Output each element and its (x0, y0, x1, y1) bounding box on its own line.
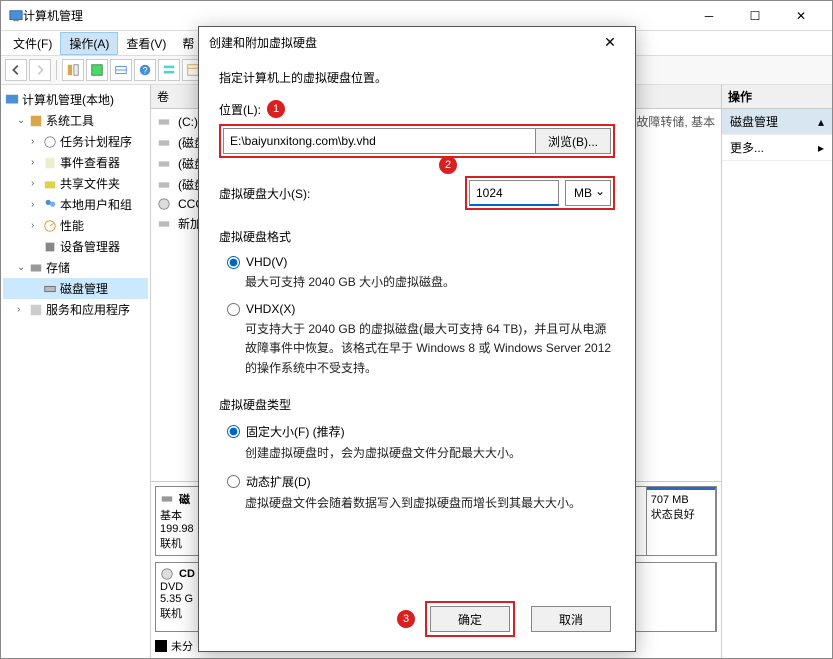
type-group: 虚拟硬盘类型 固定大小(F) (推荐) 创建虚拟硬盘时，会为虚拟硬盘文件分配最大… (219, 396, 615, 513)
tree-panel: 计算机管理(本地) ⌄系统工具 ›任务计划程序 ›事件查看器 ›共享文件夹 ›本… (1, 85, 151, 658)
dynamic-desc: 虚拟硬盘文件会随着数据写入到虚拟硬盘而增长到其最大大小。 (245, 494, 615, 513)
location-label: 位置(L): (219, 101, 261, 118)
ok-button[interactable]: 确定 (430, 606, 510, 632)
fixed-desc: 创建虚拟硬盘时，会为虚拟硬盘文件分配最大大小。 (245, 444, 615, 463)
size-label: 虚拟硬盘大小(S): (219, 185, 310, 202)
cancel-button[interactable]: 取消 (531, 606, 611, 632)
format-title: 虚拟硬盘格式 (219, 228, 615, 245)
actions-panel: 操作 磁盘管理▴ 更多...▸ (722, 85, 832, 658)
tool-btn-2[interactable] (86, 59, 108, 81)
menu-file[interactable]: 文件(F) (5, 33, 60, 54)
action-diskmgmt[interactable]: 磁盘管理▴ (722, 109, 832, 135)
tree-devmgr[interactable]: 设备管理器 (3, 236, 148, 257)
radio-vhd-input[interactable] (227, 256, 240, 269)
action-more[interactable]: 更多...▸ (722, 135, 832, 161)
radio-vhdx-input[interactable] (227, 303, 240, 316)
annotation-badge-1: 1 (267, 100, 285, 118)
size-input[interactable] (469, 180, 559, 206)
help-button[interactable]: ? (134, 59, 156, 81)
dialog-close-button[interactable]: ✕ (595, 30, 625, 54)
format-group: 虚拟硬盘格式 VHD(V) 最大可支持 2040 GB 大小的虚拟磁盘。 VHD… (219, 228, 615, 378)
chevron-up-icon: ▴ (818, 115, 824, 129)
tool-btn-5[interactable] (158, 59, 180, 81)
dialog-title: 创建和附加虚拟硬盘 (209, 34, 595, 51)
tree-task[interactable]: ›任务计划程序 (3, 131, 148, 152)
close-button[interactable]: ✕ (778, 1, 824, 31)
svg-text:?: ? (143, 66, 148, 76)
tree-event[interactable]: ›事件查看器 (3, 152, 148, 173)
maximize-button[interactable]: ☐ (732, 1, 778, 31)
annotation-highlight-2: MB (465, 176, 615, 210)
app-icon (9, 9, 23, 23)
radio-vhd[interactable]: VHD(V) (227, 255, 615, 269)
menu-action[interactable]: 操作(A) (60, 32, 118, 55)
size-field: 虚拟硬盘大小(S): 2 MB (219, 176, 615, 210)
dialog-buttons: 3 确定 取消 (199, 601, 635, 637)
annotation-highlight-3: 确定 (425, 601, 515, 637)
minimize-button[interactable]: ─ (686, 1, 732, 31)
dialog-titlebar: 创建和附加虚拟硬盘 ✕ (199, 27, 635, 57)
radio-fixed[interactable]: 固定大小(F) (推荐) (227, 423, 615, 440)
dialog-intro: 指定计算机上的虚拟硬盘位置。 (219, 69, 615, 86)
radio-fixed-input[interactable] (227, 425, 240, 438)
tree-diskmgmt[interactable]: 磁盘管理 (3, 278, 148, 299)
annotation-highlight-1: 浏览(B)... (219, 124, 615, 158)
vhd-desc: 最大可支持 2040 GB 大小的虚拟磁盘。 (245, 273, 615, 292)
dialog-body: 指定计算机上的虚拟硬盘位置。 位置(L): 1 浏览(B)... 虚拟硬盘大小(… (199, 57, 635, 535)
tree-storage[interactable]: ⌄存储 (3, 257, 148, 278)
annotation-badge-2: 2 (439, 156, 457, 174)
create-vhd-dialog: 创建和附加虚拟硬盘 ✕ 指定计算机上的虚拟硬盘位置。 位置(L): 1 浏览(B… (198, 26, 636, 652)
tree-services[interactable]: ›服务和应用程序 (3, 299, 148, 320)
tree-users[interactable]: ›本地用户和组 (3, 194, 148, 215)
location-input[interactable] (223, 128, 536, 154)
tree-systools[interactable]: ⌄系统工具 (3, 110, 148, 131)
browse-button[interactable]: 浏览(B)... (536, 128, 611, 154)
tool-btn-3[interactable] (110, 59, 132, 81)
tree-shared[interactable]: ›共享文件夹 (3, 173, 148, 194)
radio-vhdx[interactable]: VHDX(X) (227, 302, 615, 316)
actions-header: 操作 (722, 85, 832, 109)
radio-dynamic-input[interactable] (227, 475, 240, 488)
chevron-right-icon: ▸ (818, 141, 824, 155)
annotation-badge-3: 3 (397, 610, 415, 628)
tool-btn-1[interactable] (62, 59, 84, 81)
forward-button[interactable] (29, 59, 51, 81)
window-title: 计算机管理 (23, 7, 686, 24)
location-field: 位置(L): 1 浏览(B)... (219, 100, 615, 158)
menu-view[interactable]: 查看(V) (118, 33, 174, 54)
back-button[interactable] (5, 59, 27, 81)
vhdx-desc: 可支持大于 2040 GB 的虚拟磁盘(最大可支持 64 TB)，并且可从电源故… (245, 320, 615, 378)
tree-root[interactable]: 计算机管理(本地) (3, 89, 148, 110)
tree-perf[interactable]: ›性能 (3, 215, 148, 236)
type-title: 虚拟硬盘类型 (219, 396, 615, 413)
unit-select[interactable]: MB (565, 180, 611, 206)
radio-dynamic[interactable]: 动态扩展(D) (227, 473, 615, 490)
window-controls: ─ ☐ ✕ (686, 1, 824, 31)
